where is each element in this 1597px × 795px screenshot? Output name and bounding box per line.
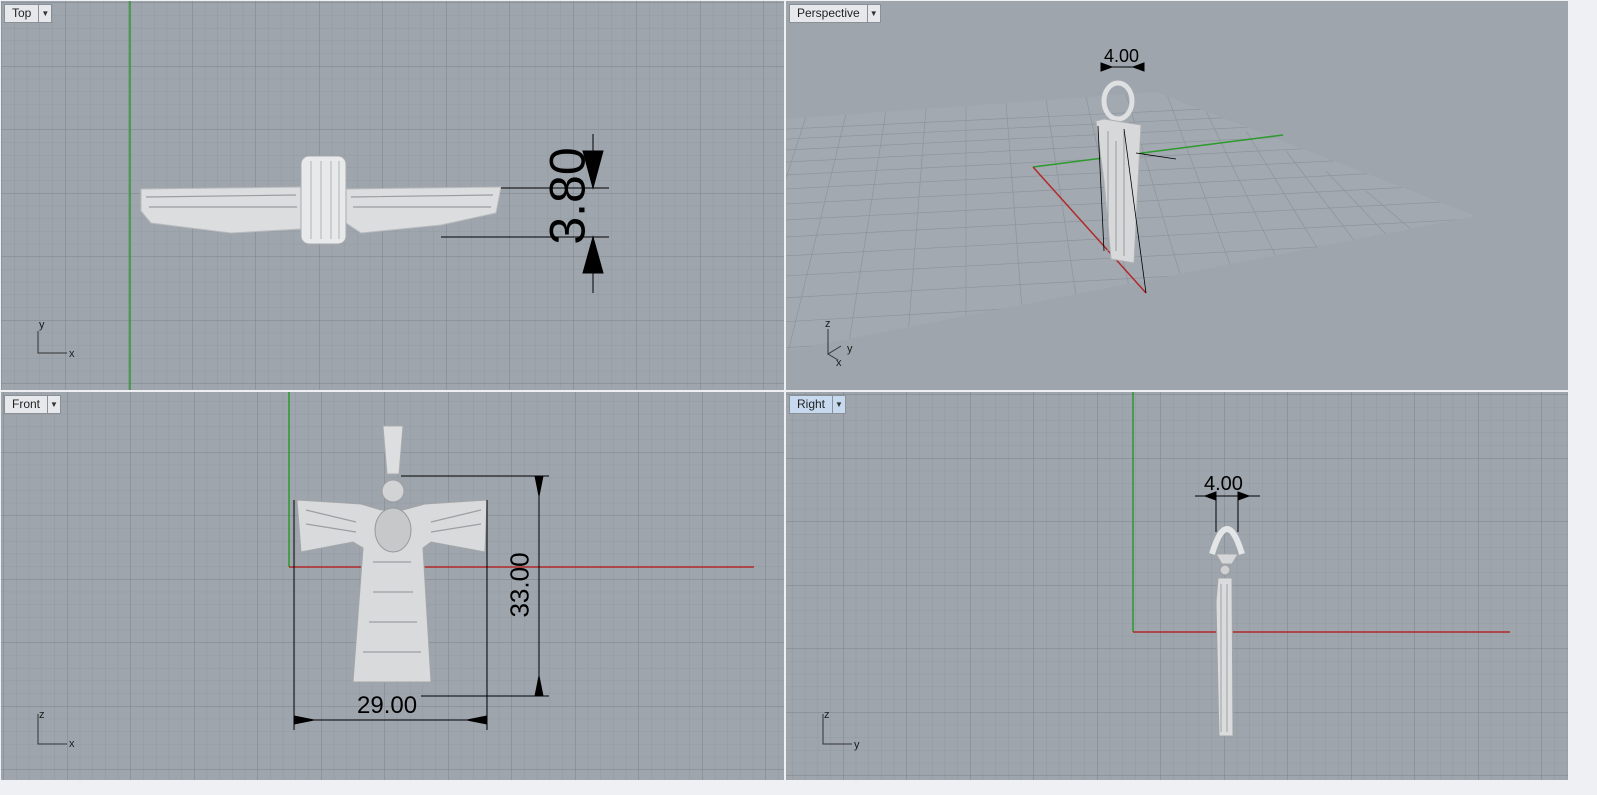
- triangle-down-icon[interactable]: ▼: [47, 396, 60, 413]
- viewport-tab-front[interactable]: Front ▼: [4, 395, 62, 414]
- perspective-grid: z y x: [786, 62, 1476, 369]
- triangle-down-icon[interactable]: ▼: [832, 396, 845, 413]
- viewport-title: Right: [797, 397, 826, 411]
- svg-text:z: z: [824, 709, 830, 721]
- viewport-title: Perspective: [797, 6, 860, 20]
- viewport-tab-perspective[interactable]: Perspective ▼: [789, 4, 881, 23]
- svg-text:z: z: [825, 318, 831, 330]
- front-grid: z x: [1, 392, 784, 780]
- svg-text:y: y: [847, 343, 853, 355]
- svg-text:z: z: [39, 709, 45, 721]
- viewport-title: Front: [12, 397, 41, 411]
- dimension-label-top-depth: 3.80: [539, 147, 596, 245]
- right-grid: z y: [786, 392, 1568, 780]
- svg-text:x: x: [836, 357, 842, 369]
- viewport-front[interactable]: z x 33.00 29.00 Front ▼: [1, 392, 784, 780]
- svg-text:x: x: [69, 738, 75, 750]
- viewport-tab-right[interactable]: Right ▼: [789, 395, 847, 414]
- dimension-label-right-width: 4.00: [1204, 473, 1243, 495]
- dimension-label-front-height: 33.00: [504, 552, 535, 618]
- dimension-label-perspective-width: 4.00: [1104, 46, 1140, 66]
- dimension-label-front-width: 29.00: [357, 692, 418, 719]
- triangle-down-icon[interactable]: ▼: [38, 5, 51, 22]
- svg-text:x: x: [69, 348, 75, 360]
- viewport-title: Top: [12, 6, 32, 20]
- viewport-perspective[interactable]: z y x 4.00 Perspective ▼: [786, 1, 1568, 390]
- viewport-top[interactable]: y x 3.80 Top ▼: [1, 1, 784, 390]
- triangle-down-icon[interactable]: ▼: [866, 5, 880, 22]
- viewport-tab-top[interactable]: Top ▼: [4, 4, 53, 23]
- viewport-right[interactable]: z y 4.00 Right ▼: [786, 392, 1568, 780]
- svg-text:y: y: [854, 739, 860, 751]
- top-grid: y x: [1, 1, 784, 390]
- svg-text:y: y: [39, 319, 45, 331]
